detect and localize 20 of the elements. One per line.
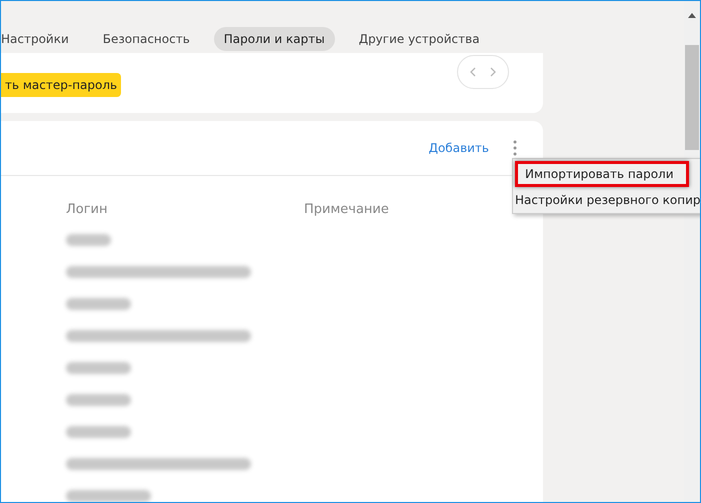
column-header: Примечание — [304, 200, 389, 218]
add-link[interactable]: Добавить — [428, 138, 489, 156]
tab[interactable]: Настройки — [1, 27, 79, 52]
blurred-login — [66, 362, 131, 374]
tab[interactable]: Безопасность — [92, 27, 200, 52]
blurred-login — [66, 298, 131, 310]
menu-item[interactable]: Настройки резервного копир — [513, 188, 700, 213]
menu-item[interactable]: Импортировать пароли — [515, 161, 689, 187]
blurred-login — [66, 234, 111, 246]
tab[interactable]: Пароли и карты — [214, 27, 335, 52]
blurred-login — [66, 426, 131, 438]
code-toggle-button[interactable] — [457, 54, 509, 89]
column-header: Логин — [66, 200, 109, 218]
master-password-button[interactable]: ть мастер-пароль — [1, 73, 122, 98]
tab[interactable]: Другие устройства — [348, 27, 490, 52]
code-brackets-icon — [470, 66, 496, 77]
more-options-icon[interactable] — [513, 140, 517, 156]
scroll-up-arrow-icon[interactable] — [688, 13, 696, 18]
blurred-login — [66, 394, 131, 406]
scrollbar-thumb[interactable] — [685, 45, 699, 150]
